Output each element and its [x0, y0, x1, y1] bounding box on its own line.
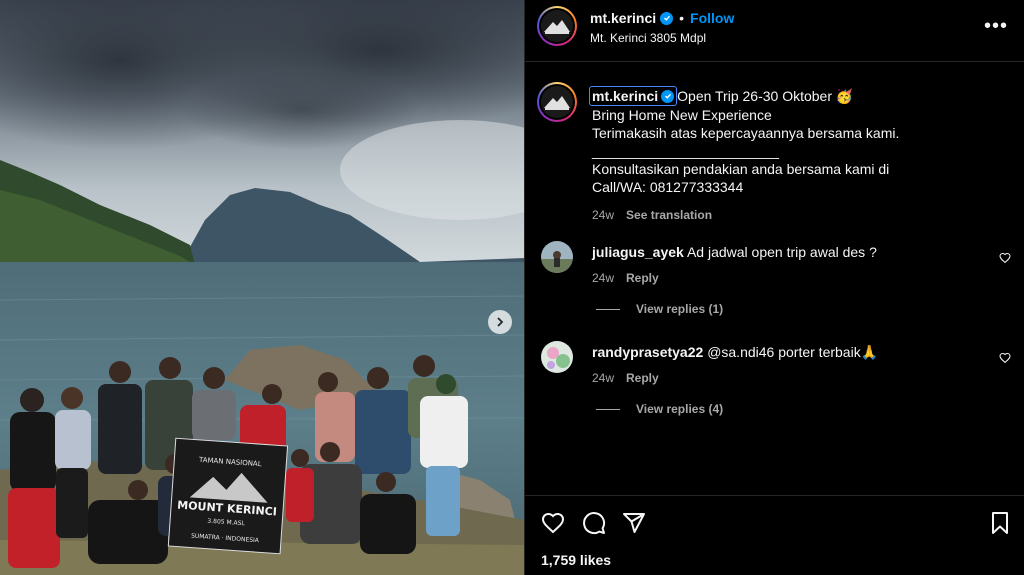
replies-divider	[596, 408, 620, 410]
caption-separator: ________________________	[592, 143, 779, 159]
verified-badge-icon	[661, 89, 675, 103]
post-photo: TAMAN NASIONAL MOUNT KERINCI 3.805 M.ASL…	[0, 0, 524, 575]
bookmark-icon[interactable]	[989, 511, 1011, 540]
reply-button[interactable]: Reply	[626, 269, 659, 287]
comment-time[interactable]: 24w	[592, 269, 614, 287]
more-options-icon[interactable]: •••	[984, 16, 1008, 36]
caption-line-4: Konsultasikan pendakian anda bersama kam…	[592, 161, 890, 177]
share-icon[interactable]	[622, 511, 646, 540]
caption-time[interactable]: 24w	[592, 206, 614, 224]
commenter-avatar[interactable]	[541, 241, 573, 273]
comment-time[interactable]: 24w	[592, 369, 614, 387]
caption-line-5: Call/WA: 081277333344	[592, 179, 744, 195]
like-comment-heart-icon[interactable]	[999, 251, 1011, 269]
post-header: mt.kerinci • Follow Mt. Kerinci 3805 Mdp…	[525, 0, 1024, 62]
reply-button[interactable]: Reply	[626, 369, 659, 387]
comment-username[interactable]: juliagus_ayek	[592, 244, 684, 260]
post-actions-bar: 1,759 likes	[525, 495, 1024, 575]
comment-text: @sa.ndi46 porter terbaik🙏	[707, 344, 879, 360]
caption-line-1: Open Trip 26-30 Oktober 🥳	[677, 88, 854, 104]
likes-count[interactable]: 1,759 likes	[541, 552, 611, 568]
follow-button[interactable]: Follow	[690, 10, 734, 26]
comment-icon[interactable]	[582, 511, 606, 540]
carousel-next-button[interactable]	[488, 310, 512, 334]
caption-username[interactable]: mt.kerinci	[589, 86, 678, 106]
comment-text: Ad jadwal open trip awal des ?	[686, 244, 877, 260]
account-avatar[interactable]	[537, 6, 577, 46]
see-translation-button[interactable]: See translation	[626, 206, 712, 224]
view-replies-button[interactable]: View replies (1)	[596, 302, 723, 316]
lake-group-photo: TAMAN NASIONAL MOUNT KERINCI 3.805 M.ASL…	[0, 0, 524, 575]
caption-line-3: Terimakasih atas kepercayaannya bersama …	[592, 125, 900, 141]
post-side-panel: mt.kerinci • Follow Mt. Kerinci 3805 Mdp…	[524, 0, 1024, 575]
commenter-avatar[interactable]	[541, 341, 573, 373]
location-link[interactable]: Mt. Kerinci 3805 Mdpl	[590, 31, 706, 45]
view-replies-button[interactable]: View replies (4)	[596, 402, 723, 416]
caption-avatar[interactable]	[537, 82, 577, 122]
header-separator: •	[679, 10, 685, 26]
replies-divider	[596, 308, 620, 310]
caption-line-2: Bring Home New Experience	[592, 107, 772, 123]
heart-icon[interactable]	[541, 511, 565, 540]
verified-badge-icon	[660, 11, 674, 25]
mountain-logo-icon	[544, 20, 570, 34]
chevron-right-icon	[497, 317, 504, 327]
comment-username[interactable]: randyprasetya22	[592, 344, 703, 360]
like-comment-heart-icon[interactable]	[999, 351, 1011, 369]
mountain-logo-icon	[544, 96, 570, 110]
header-username[interactable]: mt.kerinci	[590, 10, 656, 26]
